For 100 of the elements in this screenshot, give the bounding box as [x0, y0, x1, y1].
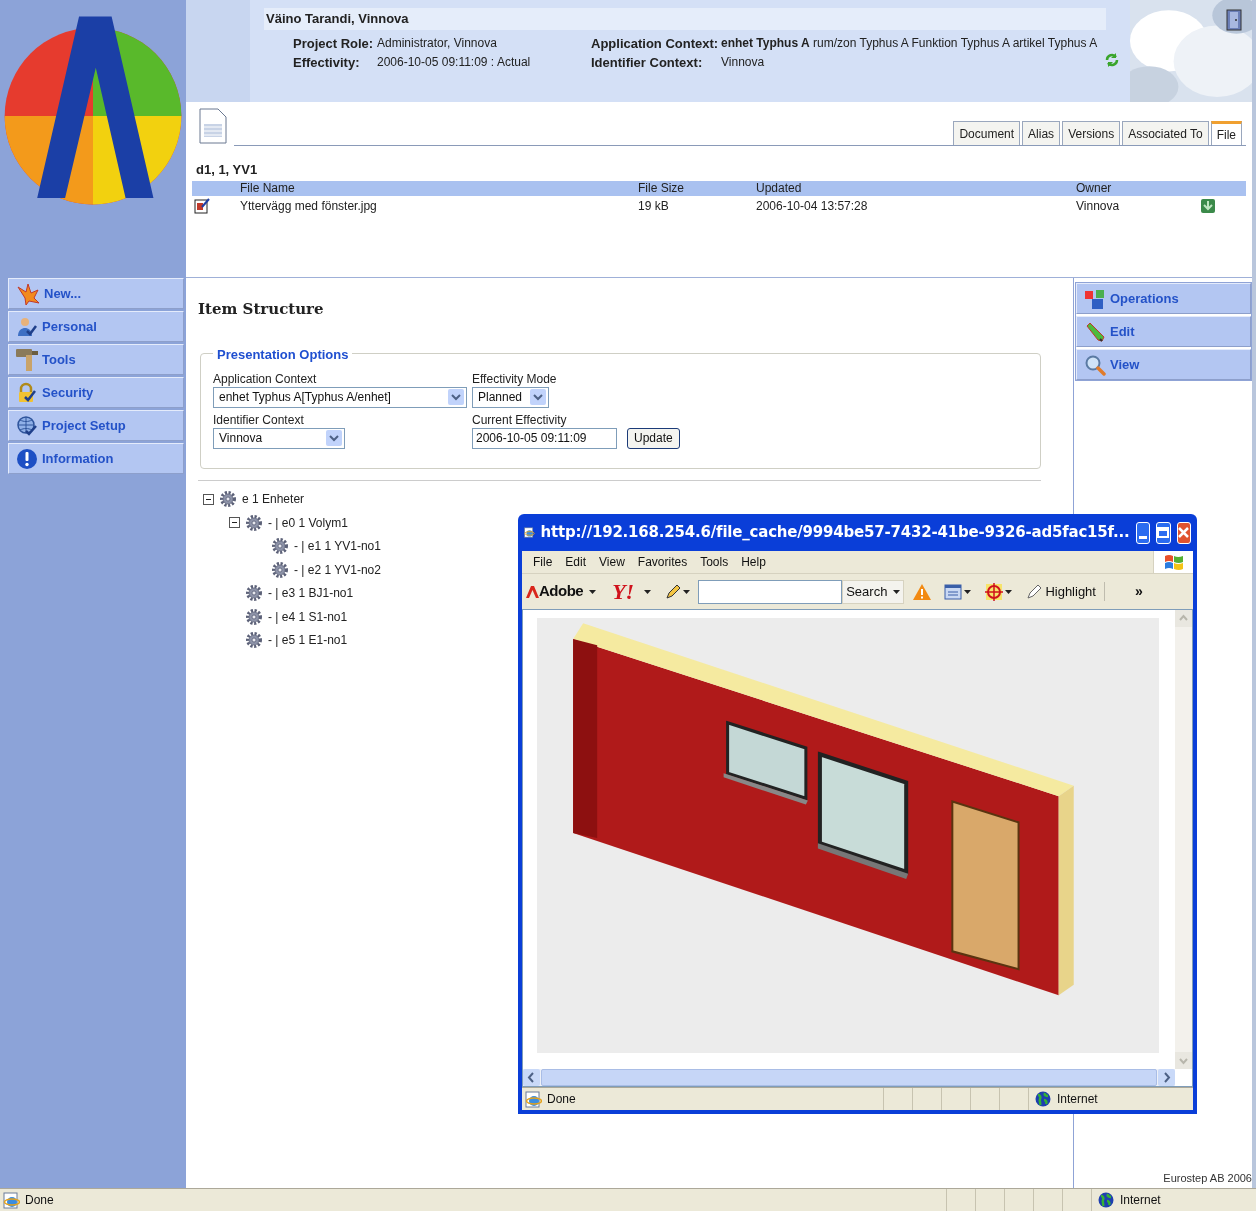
- search-field[interactable]: [698, 579, 843, 604]
- menu-item[interactable]: View: [1076, 349, 1251, 380]
- tab[interactable]: Alias: [1022, 121, 1061, 145]
- document-icon: [198, 108, 228, 144]
- table-cell[interactable]: Yttervägg med fönster.jpg: [240, 197, 377, 215]
- image-file-icon[interactable]: [194, 198, 210, 214]
- menu-item[interactable]: Information: [8, 443, 184, 474]
- select-field[interactable]: enhet Typhus A[Typhus A/enhet]: [213, 386, 467, 408]
- tab[interactable]: Versions: [1062, 121, 1121, 145]
- padlock-check-icon: [16, 381, 38, 404]
- field-value: 2006-10-05 09:11:09 : Actual: [377, 55, 531, 70]
- close-icon: [1178, 527, 1190, 538]
- field-value: Administrator, Vinnova: [377, 36, 497, 51]
- zone-text: Internet: [1120, 1192, 1161, 1209]
- field-value: enhet Typhus A rum/zon Typhus A Funktion Typhus A artikel Typhus A: [721, 36, 1098, 51]
- target-button[interactable]: [985, 582, 1013, 601]
- globe-icon: [1035, 1091, 1051, 1107]
- magnifier-icon: [1084, 353, 1106, 376]
- status-text: Done: [25, 1192, 54, 1209]
- window-icon: [944, 583, 963, 600]
- tab[interactable]: Associated To: [1122, 121, 1209, 145]
- yahoo-button[interactable]: Y!: [612, 580, 652, 603]
- collapse-icon[interactable]: [229, 517, 240, 529]
- collapse-icon[interactable]: [203, 493, 214, 505]
- tree-item[interactable]: - | e1 1 YV1-no1: [294, 537, 381, 556]
- pen-button[interactable]: [665, 583, 691, 600]
- menu-item[interactable]: Favorites: [632, 553, 693, 571]
- gear-icon: [219, 490, 237, 509]
- maximize-button[interactable]: [1156, 521, 1171, 544]
- window-title: http://192.168.254.6/file_cache/9994be57-7432-41be-9326-ad5fac15f...: [540, 522, 1130, 544]
- menu-item[interactable]: Edit: [560, 553, 592, 571]
- pencil-icon: [1084, 320, 1106, 343]
- tab[interactable]: Document: [953, 121, 1021, 145]
- tree-item[interactable]: e 1 Enheter: [242, 490, 305, 509]
- close-button[interactable]: [1176, 521, 1191, 544]
- windows-flag-icon: [1163, 553, 1184, 571]
- update-button[interactable]: Update: [627, 427, 680, 449]
- dropdown-caret-icon: [964, 589, 972, 594]
- select-field[interactable]: Vinnova: [213, 427, 345, 449]
- more-button[interactable]: »: [1134, 581, 1143, 602]
- crosshair-icon: [985, 582, 1004, 601]
- exit-door-icon[interactable]: [1226, 9, 1242, 31]
- highlight-button[interactable]: Highlight: [1026, 581, 1105, 602]
- menu-item[interactable]: Project Setup: [8, 410, 184, 441]
- scroll-left-icon[interactable]: [523, 1069, 540, 1086]
- adobe-logo-icon: [526, 585, 539, 598]
- gear-icon: [245, 607, 263, 626]
- search-button[interactable]: Search: [842, 579, 905, 604]
- field-label: Application Context:: [591, 36, 720, 51]
- tree-item[interactable]: - | e5 1 E1-no1: [268, 631, 348, 650]
- menu-item[interactable]: View: [594, 553, 630, 571]
- dropdown-caret-icon: [644, 589, 652, 594]
- tree-item[interactable]: - | e4 1 S1-no1: [268, 607, 348, 626]
- adobe-button[interactable]: Adobe: [526, 580, 597, 603]
- document-title: d1, 1, YV1: [196, 162, 259, 177]
- column-header: Updated: [756, 181, 802, 196]
- warning-icon[interactable]: [912, 582, 933, 601]
- tree-item[interactable]: - | e0 1 Volym1: [268, 513, 348, 532]
- tree-item[interactable]: - | e3 1 BJ1-no1: [268, 584, 354, 603]
- menu-item[interactable]: Edit: [1076, 316, 1251, 347]
- field-label: Effectivity:: [293, 55, 361, 70]
- select-field[interactable]: Planned: [472, 386, 549, 408]
- horizontal-scrollbar[interactable]: [523, 1069, 1175, 1086]
- menu-item[interactable]: Operations: [1076, 283, 1251, 314]
- table-cell-text: 19 kB: [638, 198, 669, 215]
- user-name: Väino Tarandi, Vinnova: [266, 10, 409, 29]
- menu-item[interactable]: File: [528, 553, 558, 571]
- date-field[interactable]: 2006-10-05 09:11:09: [472, 427, 617, 449]
- refresh-icon[interactable]: [1104, 52, 1120, 68]
- globe-icon: [1098, 1192, 1114, 1208]
- menu-item[interactable]: Personal: [8, 311, 184, 342]
- download-icon[interactable]: [1200, 198, 1216, 214]
- field-label: Identifier Context: [213, 412, 305, 428]
- status-text: Done: [547, 1091, 576, 1108]
- user-check-icon: [16, 315, 38, 338]
- scroll-right-icon[interactable]: [1158, 1069, 1175, 1086]
- gear-icon: [245, 631, 263, 650]
- minimize-icon: [1138, 535, 1147, 539]
- highlighter-icon: [1026, 583, 1043, 600]
- info-icon: [16, 447, 38, 470]
- zone-text: Internet: [1057, 1091, 1098, 1108]
- field-label: Project Role:: [293, 36, 375, 51]
- tree-item[interactable]: - | e2 1 YV1-no2: [294, 560, 381, 579]
- minimize-button[interactable]: [1135, 521, 1151, 544]
- column-header: File Name: [240, 181, 295, 196]
- menu-item[interactable]: New...: [8, 278, 184, 309]
- field-label: Application Context: [213, 371, 318, 387]
- section-title: Item Structure: [198, 299, 325, 320]
- menu-item[interactable]: Tools: [695, 553, 734, 571]
- browser-page-icon: [524, 524, 535, 541]
- column-header: File Size: [638, 181, 684, 196]
- tab[interactable]: File: [1210, 121, 1242, 145]
- menu-item[interactable]: Help: [736, 553, 771, 571]
- field-label: Effectivity Mode: [472, 371, 558, 387]
- dropdown-caret-icon: [893, 589, 901, 594]
- menu-item[interactable]: Tools: [8, 344, 184, 375]
- menu-item[interactable]: Security: [8, 377, 184, 408]
- window-button[interactable]: [944, 583, 972, 600]
- browser-page-icon: [525, 1090, 542, 1108]
- hammer-icon: [16, 348, 38, 371]
